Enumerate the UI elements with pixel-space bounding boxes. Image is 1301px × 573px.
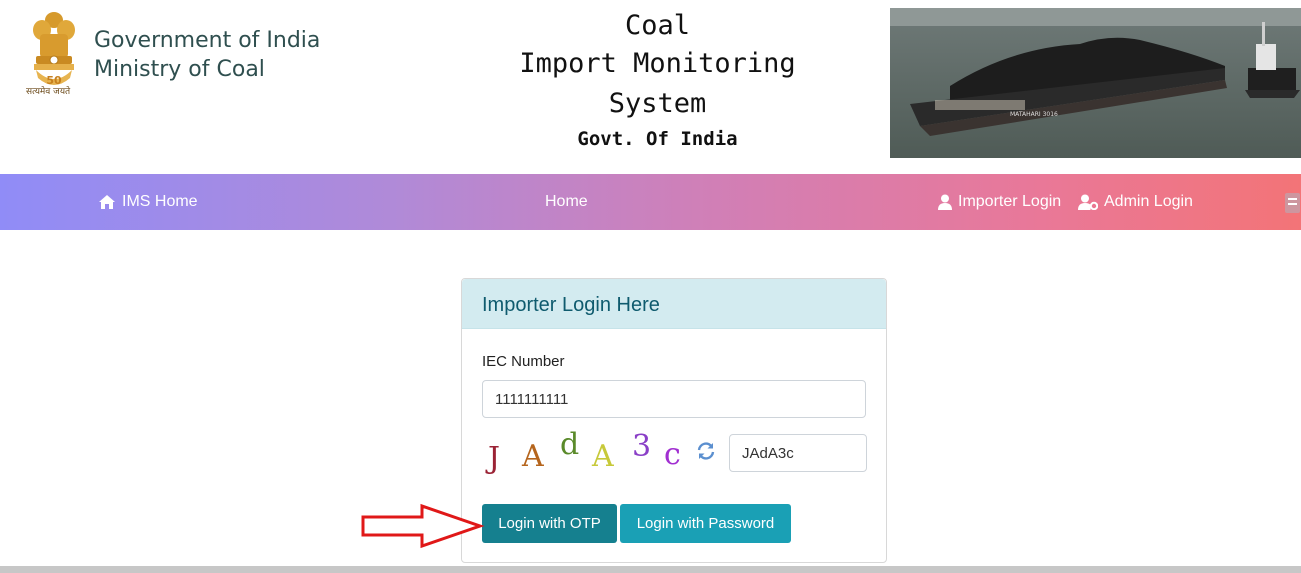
captcha-input[interactable] (729, 434, 867, 472)
title-line-1: Coal (624, 10, 691, 41)
page-bottom-divider (0, 566, 1301, 573)
gov-line-1: Government of India (94, 28, 321, 53)
user-gear-icon (1078, 194, 1098, 210)
captcha-char: c (664, 437, 681, 472)
captcha-char: 3 (632, 429, 652, 464)
main-navbar: IMS Home Home Importer Login Admin Login (0, 174, 1301, 230)
refresh-captcha-icon[interactable] (696, 441, 716, 461)
captcha-image: J A d A 3 c (488, 427, 688, 476)
nav-admin-login[interactable]: Admin Login (1078, 174, 1193, 230)
nav-home-label: Home (545, 193, 588, 210)
document-icon[interactable] (1284, 190, 1301, 216)
title-line-2: Import Monitoring System (519, 48, 796, 119)
annotation-arrow-icon (360, 503, 485, 549)
login-card-heading: Importer Login Here (462, 279, 886, 329)
nav-importer-login-label: Importer Login (958, 193, 1062, 210)
gov-line-2: Ministry of Coal (94, 57, 265, 82)
home-icon (98, 194, 116, 210)
login-with-password-button[interactable]: Login with Password (620, 504, 791, 543)
nav-admin-login-label: Admin Login (1104, 193, 1193, 210)
user-icon (938, 194, 952, 210)
captcha-char: d (560, 427, 580, 462)
barge-name: MATAHARI 3016 (1010, 111, 1058, 118)
ministry-name: Government of India Ministry of Coal (94, 26, 320, 84)
nav-ims-home-label: IMS Home (122, 193, 198, 210)
coal-barge-photo: MATAHARI 3016 (890, 8, 1301, 158)
nav-importer-login[interactable]: Importer Login (938, 174, 1061, 230)
importer-login-card: Importer Login Here IEC Number J A d A 3… (461, 278, 887, 563)
captcha-char: J (488, 441, 501, 476)
site-title: Coal Import Monitoring System Govt. Of I… (470, 8, 845, 154)
national-emblem-logo: 50 सत्यमेव जयते (24, 8, 84, 100)
iec-number-label: IEC Number (482, 353, 565, 370)
emblem-motto: सत्यमेव जयते (26, 87, 71, 97)
captcha-char: A (592, 439, 614, 474)
title-line-3: Govt. Of India (577, 128, 738, 150)
captcha-char: A (522, 439, 544, 474)
nav-ims-home[interactable]: IMS Home (98, 174, 198, 230)
login-with-otp-button[interactable]: Login with OTP (482, 504, 617, 543)
site-header: 50 सत्यमेव जयते Government of India Mini… (0, 0, 1301, 174)
iec-number-input[interactable] (482, 380, 866, 418)
nav-home[interactable]: Home (545, 174, 588, 230)
